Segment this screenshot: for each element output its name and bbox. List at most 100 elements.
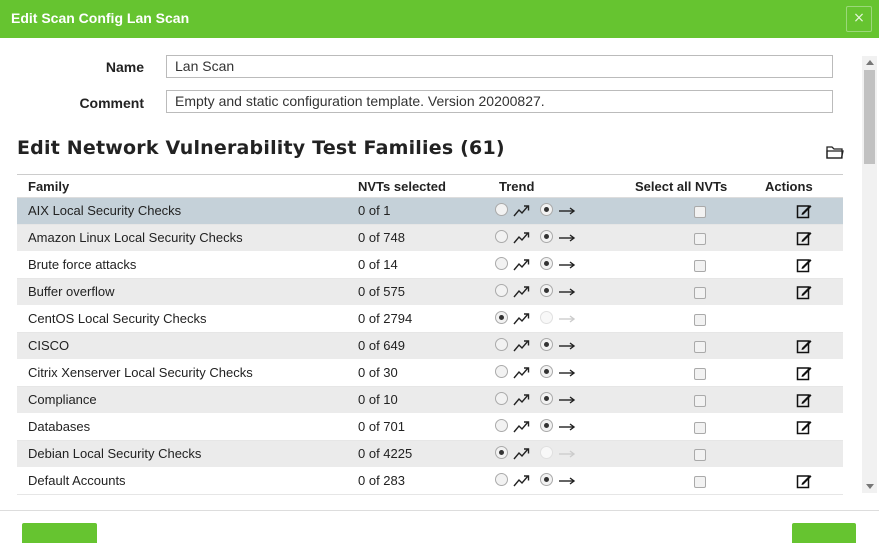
trend-dynamic-icon bbox=[513, 202, 531, 218]
header-nvts-selected[interactable]: NVTs selected bbox=[347, 177, 487, 198]
select-all-checkbox[interactable] bbox=[694, 448, 706, 461]
name-input[interactable]: Lan Scan bbox=[166, 55, 833, 78]
nvts-selected-count: 0 of 2794 bbox=[347, 305, 487, 333]
scroll-up-icon[interactable] bbox=[866, 60, 874, 65]
select-all-checkbox[interactable] bbox=[694, 313, 706, 326]
trend-static-radio[interactable] bbox=[540, 446, 553, 460]
trend-cell bbox=[487, 359, 635, 387]
select-all-checkbox[interactable] bbox=[694, 286, 706, 299]
select-all-cell bbox=[635, 224, 765, 252]
actions-cell bbox=[765, 359, 843, 387]
nvts-selected-count: 0 of 30 bbox=[347, 359, 487, 387]
table-row: CentOS Local Security Checks 0 of 2794 bbox=[17, 305, 843, 333]
trend-dynamic-radio[interactable] bbox=[495, 284, 508, 298]
trend-static-icon bbox=[558, 418, 576, 433]
dialog-footer bbox=[0, 510, 879, 543]
trend-static-radio[interactable] bbox=[540, 284, 553, 298]
families-table: Family NVTs selected Trend Select all NV… bbox=[17, 177, 843, 495]
select-all-checkbox[interactable] bbox=[694, 232, 706, 245]
select-all-cell bbox=[635, 386, 765, 414]
trend-static-radio[interactable] bbox=[540, 338, 553, 352]
trend-dynamic-radio[interactable] bbox=[495, 392, 508, 406]
trend-static-icon bbox=[558, 256, 576, 271]
trend-dynamic-radio[interactable] bbox=[495, 473, 508, 487]
select-all-cell bbox=[635, 251, 765, 279]
trend-controls bbox=[495, 445, 576, 461]
trend-dynamic-icon bbox=[513, 256, 531, 272]
nvts-selected-count: 0 of 4225 bbox=[347, 440, 487, 468]
save-button[interactable] bbox=[792, 523, 856, 543]
trend-dynamic-icon bbox=[513, 283, 531, 299]
trend-dynamic-radio[interactable] bbox=[495, 203, 508, 217]
trend-controls bbox=[495, 310, 576, 326]
select-all-checkbox[interactable] bbox=[694, 205, 706, 218]
nvts-selected-count: 0 of 283 bbox=[347, 467, 487, 495]
trend-controls bbox=[495, 256, 576, 272]
trend-static-radio[interactable] bbox=[540, 311, 553, 325]
folder-icon[interactable] bbox=[826, 145, 844, 159]
table-row: Citrix Xenserver Local Security Checks 0 … bbox=[17, 359, 843, 387]
scroll-thumb[interactable] bbox=[864, 70, 875, 164]
actions-cell bbox=[765, 332, 843, 360]
select-all-cell bbox=[635, 305, 765, 333]
table-row: AIX Local Security Checks 0 of 1 bbox=[17, 197, 843, 225]
trend-dynamic-radio[interactable] bbox=[495, 257, 508, 271]
trend-dynamic-radio[interactable] bbox=[495, 311, 508, 325]
trend-static-radio[interactable] bbox=[540, 365, 553, 379]
comment-input[interactable]: Empty and static configuration template.… bbox=[166, 90, 833, 113]
family-name: Amazon Linux Local Security Checks bbox=[17, 224, 347, 252]
trend-static-radio[interactable] bbox=[540, 392, 553, 406]
trend-controls bbox=[495, 472, 576, 488]
trend-static-radio[interactable] bbox=[540, 230, 553, 244]
trend-static-icon bbox=[558, 391, 576, 406]
select-all-checkbox[interactable] bbox=[694, 259, 706, 272]
trend-dynamic-radio[interactable] bbox=[495, 365, 508, 379]
table-row: Buffer overflow 0 of 575 bbox=[17, 278, 843, 306]
edit-icon[interactable] bbox=[796, 365, 812, 381]
scroll-down-icon[interactable] bbox=[866, 484, 874, 489]
trend-dynamic-icon bbox=[513, 310, 531, 326]
edit-icon[interactable] bbox=[796, 338, 812, 354]
edit-icon[interactable] bbox=[796, 392, 812, 408]
table-row: CISCO 0 of 649 bbox=[17, 332, 843, 360]
trend-controls bbox=[495, 391, 576, 407]
cancel-button[interactable] bbox=[22, 523, 97, 543]
trend-cell bbox=[487, 278, 635, 306]
trend-dynamic-radio[interactable] bbox=[495, 230, 508, 244]
trend-dynamic-radio[interactable] bbox=[495, 419, 508, 433]
select-all-checkbox[interactable] bbox=[694, 340, 706, 353]
trend-static-radio[interactable] bbox=[540, 473, 553, 487]
trend-controls bbox=[495, 364, 576, 380]
nvts-selected-count: 0 of 10 bbox=[347, 386, 487, 414]
select-all-checkbox[interactable] bbox=[694, 394, 706, 407]
trend-dynamic-icon bbox=[513, 472, 531, 488]
trend-dynamic-radio[interactable] bbox=[495, 338, 508, 352]
edit-icon[interactable] bbox=[796, 203, 812, 219]
trend-static-radio[interactable] bbox=[540, 419, 553, 433]
nvts-selected-count: 0 of 748 bbox=[347, 224, 487, 252]
nvts-selected-count: 0 of 14 bbox=[347, 251, 487, 279]
select-all-checkbox[interactable] bbox=[694, 475, 706, 488]
family-name: Buffer overflow bbox=[17, 278, 347, 306]
section-divider bbox=[17, 174, 843, 175]
select-all-checkbox[interactable] bbox=[694, 367, 706, 380]
select-all-checkbox[interactable] bbox=[694, 421, 706, 434]
trend-static-icon bbox=[558, 445, 576, 460]
edit-icon[interactable] bbox=[796, 230, 812, 246]
trend-static-radio[interactable] bbox=[540, 203, 553, 217]
edit-icon[interactable] bbox=[796, 257, 812, 273]
trend-static-radio[interactable] bbox=[540, 257, 553, 271]
family-name: Citrix Xenserver Local Security Checks bbox=[17, 359, 347, 387]
select-all-cell bbox=[635, 359, 765, 387]
close-icon[interactable]: × bbox=[846, 6, 872, 32]
edit-icon[interactable] bbox=[796, 473, 812, 489]
actions-cell bbox=[765, 224, 843, 252]
header-trend[interactable]: Trend bbox=[487, 177, 635, 198]
content-scrollbar[interactable] bbox=[862, 56, 877, 493]
edit-icon[interactable] bbox=[796, 284, 812, 300]
edit-icon[interactable] bbox=[796, 419, 812, 435]
header-family[interactable]: Family bbox=[17, 177, 347, 198]
trend-dynamic-radio[interactable] bbox=[495, 446, 508, 460]
family-name: Compliance bbox=[17, 386, 347, 414]
family-name: CISCO bbox=[17, 332, 347, 360]
